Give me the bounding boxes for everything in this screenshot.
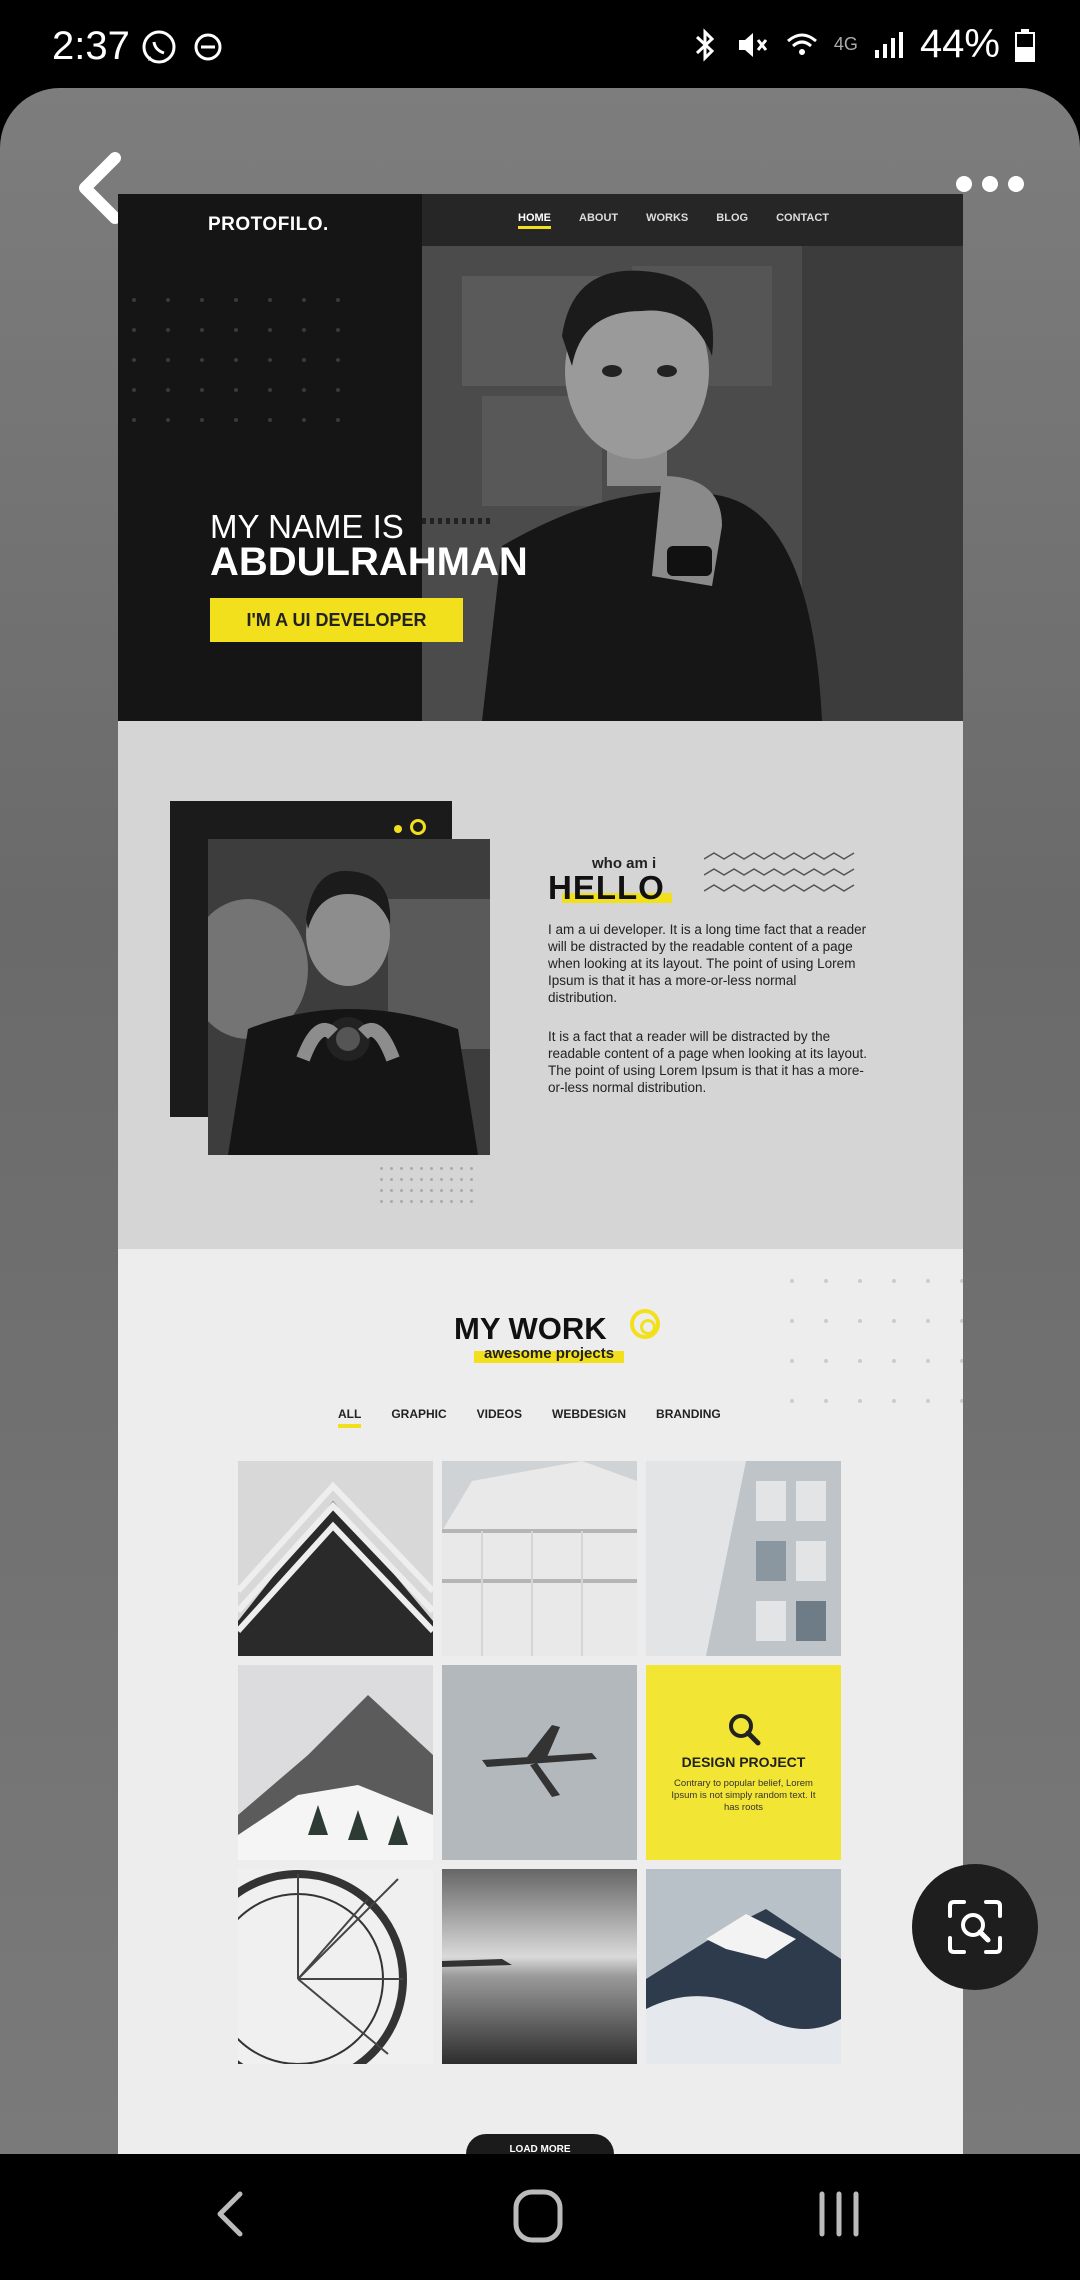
more-dot [956, 176, 972, 192]
more-dot [1008, 176, 1024, 192]
filter-all[interactable]: ALL [338, 1407, 362, 1428]
battery-icon [1015, 28, 1035, 62]
portfolio-screenshot: PROTOFILO. HOME ABOUT WORKS BLOG CONTACT [118, 194, 963, 2154]
work-filters: ALL GRAPHIC VIDEOS WEBDESIGN BRANDING [338, 1407, 721, 1428]
filter-branding[interactable]: BRANDING [656, 1407, 721, 1428]
yellow-ring [410, 819, 426, 835]
battery-percent: 44% [919, 22, 1000, 66]
nav-home[interactable]: HOME [518, 212, 551, 229]
about-text: I am a ui developer. It is a long time f… [548, 921, 868, 1096]
work-title: MY WORK [454, 1311, 607, 1346]
about-paragraph-2: It is a fact that a reader will be distr… [548, 1029, 867, 1095]
status-bar: 2:37 4G 44% [0, 0, 1080, 88]
featured-desc: Contrary to popular belief, Lorem Ipsum … [671, 1777, 816, 1813]
portfolio-tile[interactable] [442, 1461, 637, 1656]
decor-dot-grid [380, 1167, 473, 1203]
nav-back-icon[interactable] [210, 2184, 250, 2244]
hero-section: PROTOFILO. HOME ABOUT WORKS BLOG CONTACT [118, 194, 963, 721]
wifi-icon [786, 33, 817, 55]
decor-dot-grid [132, 298, 340, 422]
portfolio-tile[interactable] [238, 1869, 433, 2064]
network-type: 4G [833, 34, 858, 54]
status-time: 2:37 [52, 24, 130, 68]
nav-home-icon[interactable] [508, 2184, 572, 2248]
hero-role-button: I'M A UI DEVELOPER [210, 598, 463, 642]
portfolio-grid: DESIGN PROJECT Contrary to popular belie… [238, 1461, 841, 2064]
yellow-ring [630, 1309, 660, 1339]
portfolio-tile[interactable] [442, 1869, 637, 2064]
load-more-button[interactable]: LOAD MORE [466, 2134, 614, 2154]
nav-about[interactable]: ABOUT [579, 212, 618, 229]
hero-title-name: ABDULRAHMAN [210, 540, 528, 584]
yellow-dot [394, 825, 402, 833]
portfolio-tile-featured[interactable]: DESIGN PROJECT Contrary to popular belie… [646, 1665, 841, 1860]
nav-contact[interactable]: CONTACT [776, 212, 829, 229]
hero-portrait-photo [422, 246, 963, 721]
portrait-illustration [422, 246, 963, 721]
zigzag-decor-icon [704, 852, 855, 892]
filter-webdesign[interactable]: WEBDESIGN [552, 1407, 626, 1428]
nav-recents-icon[interactable] [814, 2184, 864, 2244]
nav-works[interactable]: WORKS [646, 212, 688, 229]
portfolio-tile[interactable] [238, 1665, 433, 1860]
portfolio-tile[interactable] [646, 1461, 841, 1656]
about-section: who am i HELLO I am a ui developer. It i… [118, 721, 963, 1249]
about-paragraph-1: I am a ui developer. It is a long time f… [548, 922, 867, 1005]
more-options-button[interactable] [956, 176, 1024, 192]
site-nav: HOME ABOUT WORKS BLOG CONTACT [422, 194, 963, 246]
lens-search-button[interactable] [912, 1864, 1038, 1990]
filter-graphic[interactable]: GRAPHIC [391, 1407, 446, 1428]
about-selfie-photo [208, 839, 490, 1155]
portfolio-tile[interactable] [646, 1869, 841, 2064]
selfie-illustration [208, 839, 490, 1155]
more-dot [982, 176, 998, 192]
bluetooth-icon [695, 27, 715, 62]
whatsapp-icon [142, 30, 176, 64]
about-title: HELLO [548, 869, 665, 906]
do-not-disturb-icon [194, 33, 222, 61]
signal-icon [874, 31, 903, 58]
system-nav-bar [0, 2154, 1080, 2280]
portfolio-tile[interactable] [238, 1461, 433, 1656]
image-viewer: PROTOFILO. HOME ABOUT WORKS BLOG CONTACT [0, 88, 1080, 2154]
lens-search-icon [948, 1900, 1002, 1954]
site-logo: PROTOFILO. [208, 214, 329, 235]
featured-title: DESIGN PROJECT [681, 1753, 806, 1770]
decor-dot-grid [790, 1279, 963, 1403]
mute-icon [738, 32, 768, 57]
work-subtitle: awesome projects [484, 1345, 615, 1362]
filter-videos[interactable]: VIDEOS [477, 1407, 522, 1428]
nav-blog[interactable]: BLOG [716, 212, 748, 229]
portfolio-tile[interactable] [442, 1665, 637, 1860]
work-section: MY WORK awesome projects ALL GRAPHIC VID… [118, 1249, 963, 2154]
search-icon [728, 1713, 760, 1745]
